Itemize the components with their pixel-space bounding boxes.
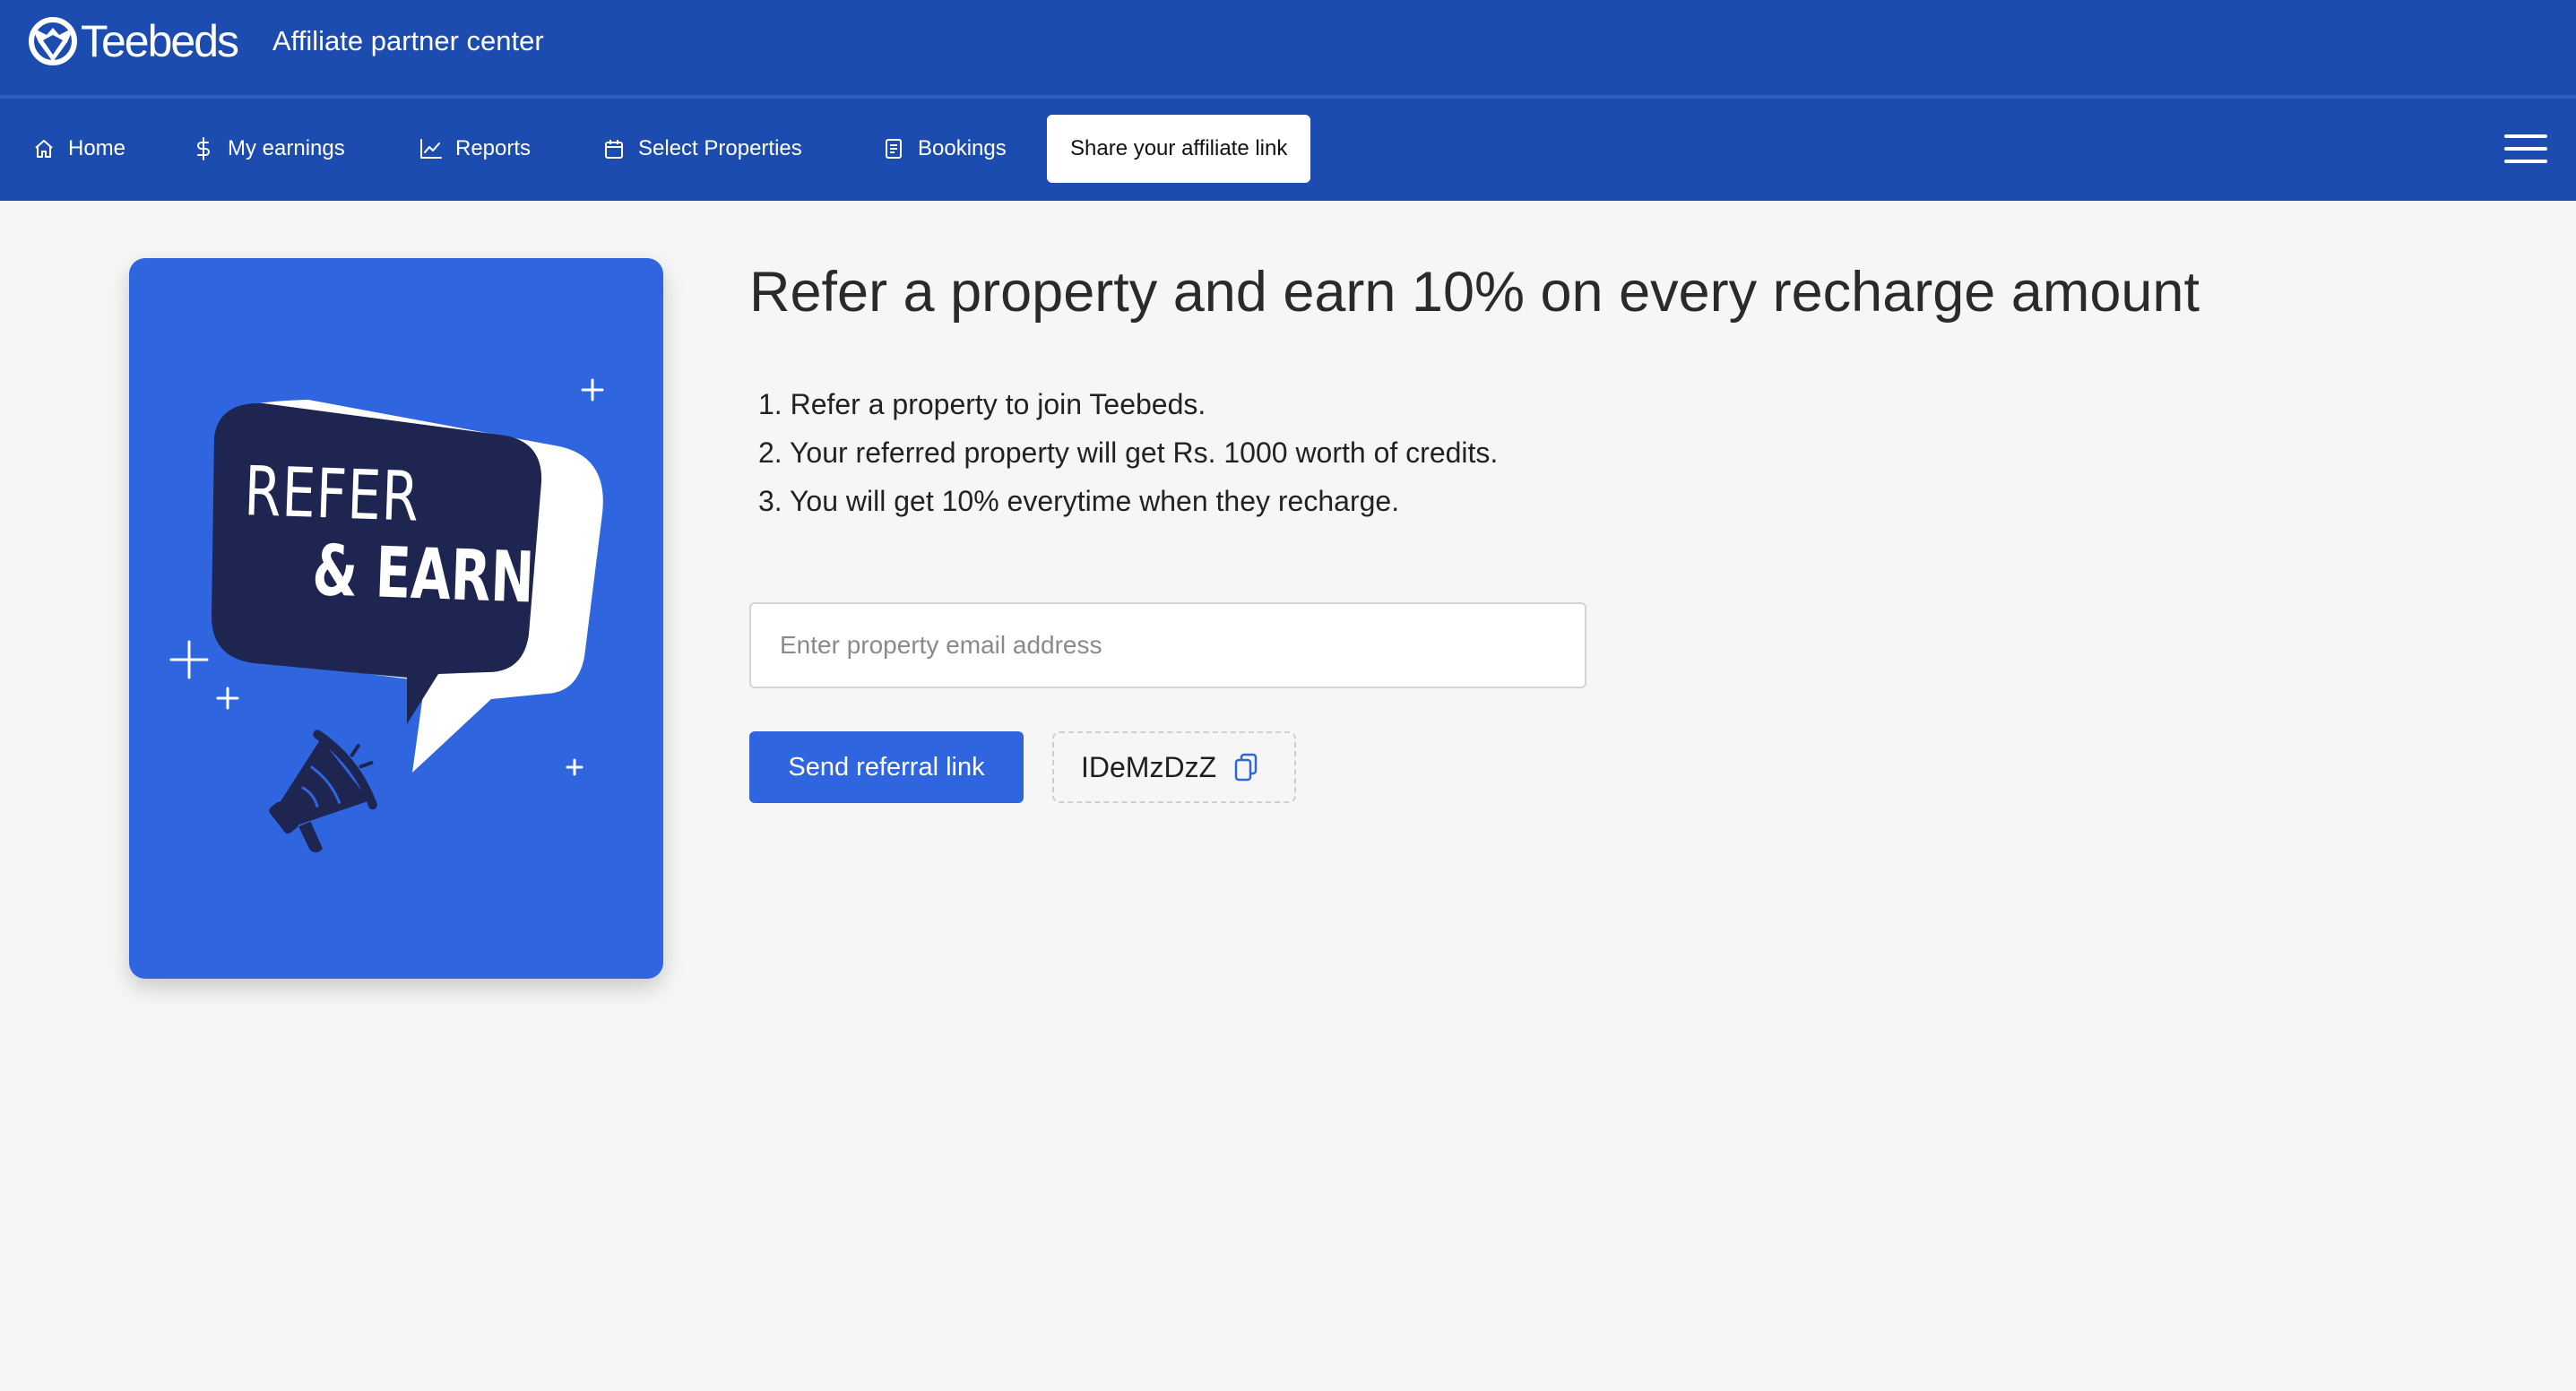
teebeds-logo[interactable]: Teebeds — [27, 16, 239, 66]
hamburger-menu-icon[interactable] — [2503, 129, 2549, 168]
megaphone-speech-bubble-illustration — [169, 378, 604, 852]
logo-text: Teebeds — [81, 16, 239, 66]
nav-item-reports[interactable]: Reports — [418, 115, 531, 183]
nav-item-bookings[interactable]: Bookings — [880, 115, 1007, 183]
app-title: Affiliate partner center — [272, 25, 544, 56]
document-icon — [880, 135, 907, 162]
nav-label-home: Home — [68, 136, 126, 160]
megaphone-icon — [269, 730, 377, 852]
teebeds-logo-icon — [29, 17, 77, 65]
referral-code-box[interactable]: IDeMzDzZ — [1052, 731, 1296, 803]
calendar-icon — [601, 135, 627, 162]
nav-label-reports: Reports — [455, 136, 532, 160]
nav-item-select-properties[interactable]: Select Properties — [601, 115, 802, 183]
copy-icon[interactable] — [1232, 752, 1259, 782]
nav-label-share-affiliate-link: Share your affiliate link — [1070, 136, 1288, 160]
nav-label-select-properties: Select Properties — [638, 136, 802, 160]
chart-line-icon — [418, 135, 445, 162]
property-email-input[interactable] — [749, 602, 1586, 688]
referral-code: IDeMzDzZ — [1081, 750, 1217, 783]
send-referral-link-button[interactable]: Send referral link — [749, 731, 1024, 803]
list-item: 2. Your referred property will get Rs. 1… — [758, 436, 1499, 469]
main-nav: Home My earnings Reports Select Properti… — [0, 99, 2576, 201]
nav-label-bookings: Bookings — [918, 136, 1007, 160]
referral-steps-list: 1. Refer a property to join Teebeds. 2. … — [758, 380, 1498, 525]
nav-item-share-affiliate-link[interactable]: Share your affiliate link — [1047, 115, 1311, 183]
refer-earn-card: REFER & EARN — [129, 258, 663, 979]
home-icon — [30, 135, 57, 162]
promo-refer-text: REFER — [243, 451, 421, 537]
list-item: 1. Refer a property to join Teebeds. — [758, 388, 1206, 420]
nav-item-home[interactable]: Home — [30, 115, 125, 183]
nav-label-my-earnings: My earnings — [228, 136, 345, 160]
promo-earn-text: & EARN — [311, 531, 536, 619]
nav-item-my-earnings[interactable]: My earnings — [190, 115, 345, 183]
list-item: 3. You will get 10% everytime when they … — [758, 485, 1400, 517]
top-header: Teebeds Affiliate partner center — [0, 0, 2576, 95]
page-headline: Refer a property and earn 10% on every r… — [749, 261, 2200, 324]
dollar-icon — [190, 135, 217, 162]
